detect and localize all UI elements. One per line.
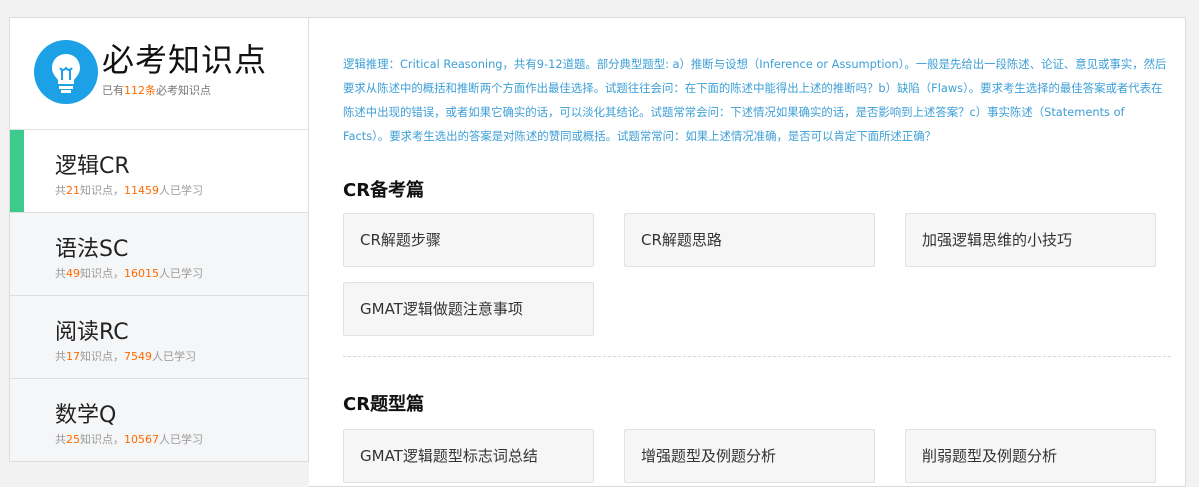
topic-card[interactable]: CR解题步骤 [343,213,594,267]
section-divider [343,356,1171,357]
sidebar-item-label: 语法SC [55,237,129,262]
sidebar-item-label: 数学Q [55,403,117,428]
brand-subtitle: 已有112条必考知识点 [102,84,211,97]
topic-card[interactable]: CR解题思路 [624,213,875,267]
sidebar-item-label: 阅读RC [55,320,129,345]
active-indicator [10,130,24,212]
main-content: 逻辑推理：Critical Reasoning，共有9-12道题。部分典型题型:… [309,17,1186,487]
sidebar-item-stats: 共25知识点，10567人已学习 [55,433,203,446]
sidebar: 必考知识点 已有112条必考知识点 逻辑CR 共21知识点，11459人已学习 … [9,17,309,462]
topic-card[interactable]: 增强题型及例题分析 [624,429,875,483]
brand-title: 必考知识点 [102,41,268,79]
sidebar-item-label: 逻辑CR [55,154,130,179]
sidebar-item-stats: 共49知识点，16015人已学习 [55,267,203,280]
intro-text: 逻辑推理：Critical Reasoning，共有9-12道题。部分典型题型:… [343,57,1167,143]
brand-header: 必考知识点 已有112条必考知识点 [10,18,308,130]
section-title: CR备考篇 [343,180,425,201]
topic-card[interactable]: 加强逻辑思维的小技巧 [905,213,1156,267]
sidebar-item-q[interactable]: 数学Q 共25知识点，10567人已学习 [10,379,308,462]
sidebar-item-sc[interactable]: 语法SC 共49知识点，16015人已学习 [10,213,308,296]
topic-card[interactable]: GMAT逻辑题型标志词总结 [343,429,594,483]
lightbulb-icon [34,40,98,104]
topic-card[interactable]: 削弱题型及例题分析 [905,429,1156,483]
sidebar-item-stats: 共17知识点，7549人已学习 [55,350,196,363]
sidebar-item-rc[interactable]: 阅读RC 共17知识点，7549人已学习 [10,296,308,379]
sidebar-item-stats: 共21知识点，11459人已学习 [55,184,203,197]
sidebar-item-cr[interactable]: 逻辑CR 共21知识点，11459人已学习 [10,130,308,213]
topic-card[interactable]: GMAT逻辑做题注意事项 [343,282,594,336]
section-title: CR题型篇 [343,394,425,415]
